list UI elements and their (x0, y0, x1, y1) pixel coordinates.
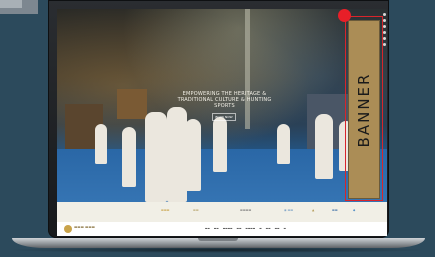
background-paper-highlight (0, 0, 22, 8)
visitor-figure (95, 124, 107, 164)
sponsor-logo-strip: ▬▬▬ ▬▬ ▬▬▬▬ ◉ ▬▬ ▲ ▬▬ ◆ (57, 202, 387, 222)
visitor-figure (122, 127, 136, 187)
visitor-figure (213, 117, 227, 172)
hall-pole (245, 9, 250, 129)
sponsor-logo: ▬▬▬ (161, 208, 170, 212)
slider-dot[interactable] (383, 13, 386, 16)
nav-link[interactable]: ▬▬ (266, 227, 271, 231)
nav-link[interactable]: ▬ (284, 227, 286, 231)
nav-link[interactable]: ▬▬ (237, 227, 242, 231)
falcon-emblem-icon (64, 225, 72, 233)
nav-link[interactable]: ▬▬ (214, 227, 219, 231)
laptop-screen: EMPOWERING THE HERITAGE & TRADITIONAL CU… (57, 9, 387, 236)
laptop-shadow (4, 247, 431, 253)
laptop-notch (198, 238, 238, 241)
nav-link[interactable]: ▬▬▬▬ (246, 227, 256, 231)
nav-link[interactable]: ▬▬ (275, 227, 280, 231)
slider-dot[interactable] (383, 37, 386, 40)
nav-link[interactable]: ▬▬▬▬ (223, 227, 233, 231)
visitor-figure (145, 112, 167, 202)
exhibition-stand (117, 89, 147, 119)
visitor-figure (167, 107, 187, 202)
site-logo-text: ▬▬▬ ▬▬▬ (74, 225, 95, 229)
sponsor-logo: ▲ (312, 208, 315, 212)
sponsor-logo: ▬▬▬▬ (240, 208, 252, 212)
site-navbar: ▬▬▬ ▬▬▬ ▬▬ ▬▬ ▬▬▬▬ ▬▬ ▬▬▬▬ ▬ ▬▬ ▬▬ ▬ (57, 222, 387, 236)
sponsor-logo: ◆ (353, 208, 356, 212)
screenshot-stage: EMPOWERING THE HERITAGE & TRADITIONAL CU… (0, 0, 435, 257)
visitor-figure (315, 114, 333, 179)
slider-dot[interactable] (383, 43, 386, 46)
visitor-figure (185, 119, 201, 191)
site-logo[interactable]: ▬▬▬ ▬▬▬ (64, 224, 124, 234)
nav-links: ▬▬ ▬▬ ▬▬▬▬ ▬▬ ▬▬▬▬ ▬ ▬▬ ▬▬ ▬ (205, 227, 286, 231)
hero-section: EMPOWERING THE HERITAGE & TRADITIONAL CU… (57, 9, 387, 202)
slider-dot[interactable] (383, 25, 386, 28)
slider-pagination (383, 13, 387, 49)
hero-cta-button[interactable]: BOOK NOW (212, 113, 236, 121)
slider-dot[interactable] (383, 31, 386, 34)
visitor-figure (277, 124, 290, 164)
vertical-banner[interactable]: BANNER (348, 20, 380, 199)
hero-headline: EMPOWERING THE HERITAGE & TRADITIONAL CU… (177, 91, 272, 109)
banner-marker-dot (338, 9, 351, 22)
slider-dot[interactable] (383, 19, 386, 22)
sponsor-logo: ◉ ▬▬ (284, 208, 294, 212)
sponsor-logo: ▬▬ (332, 208, 338, 212)
nav-link[interactable]: ▬▬ (205, 227, 210, 231)
nav-link[interactable]: ▬ (259, 227, 261, 231)
banner-label: BANNER (355, 72, 373, 147)
sponsor-logo: ▬▬ (193, 208, 199, 212)
